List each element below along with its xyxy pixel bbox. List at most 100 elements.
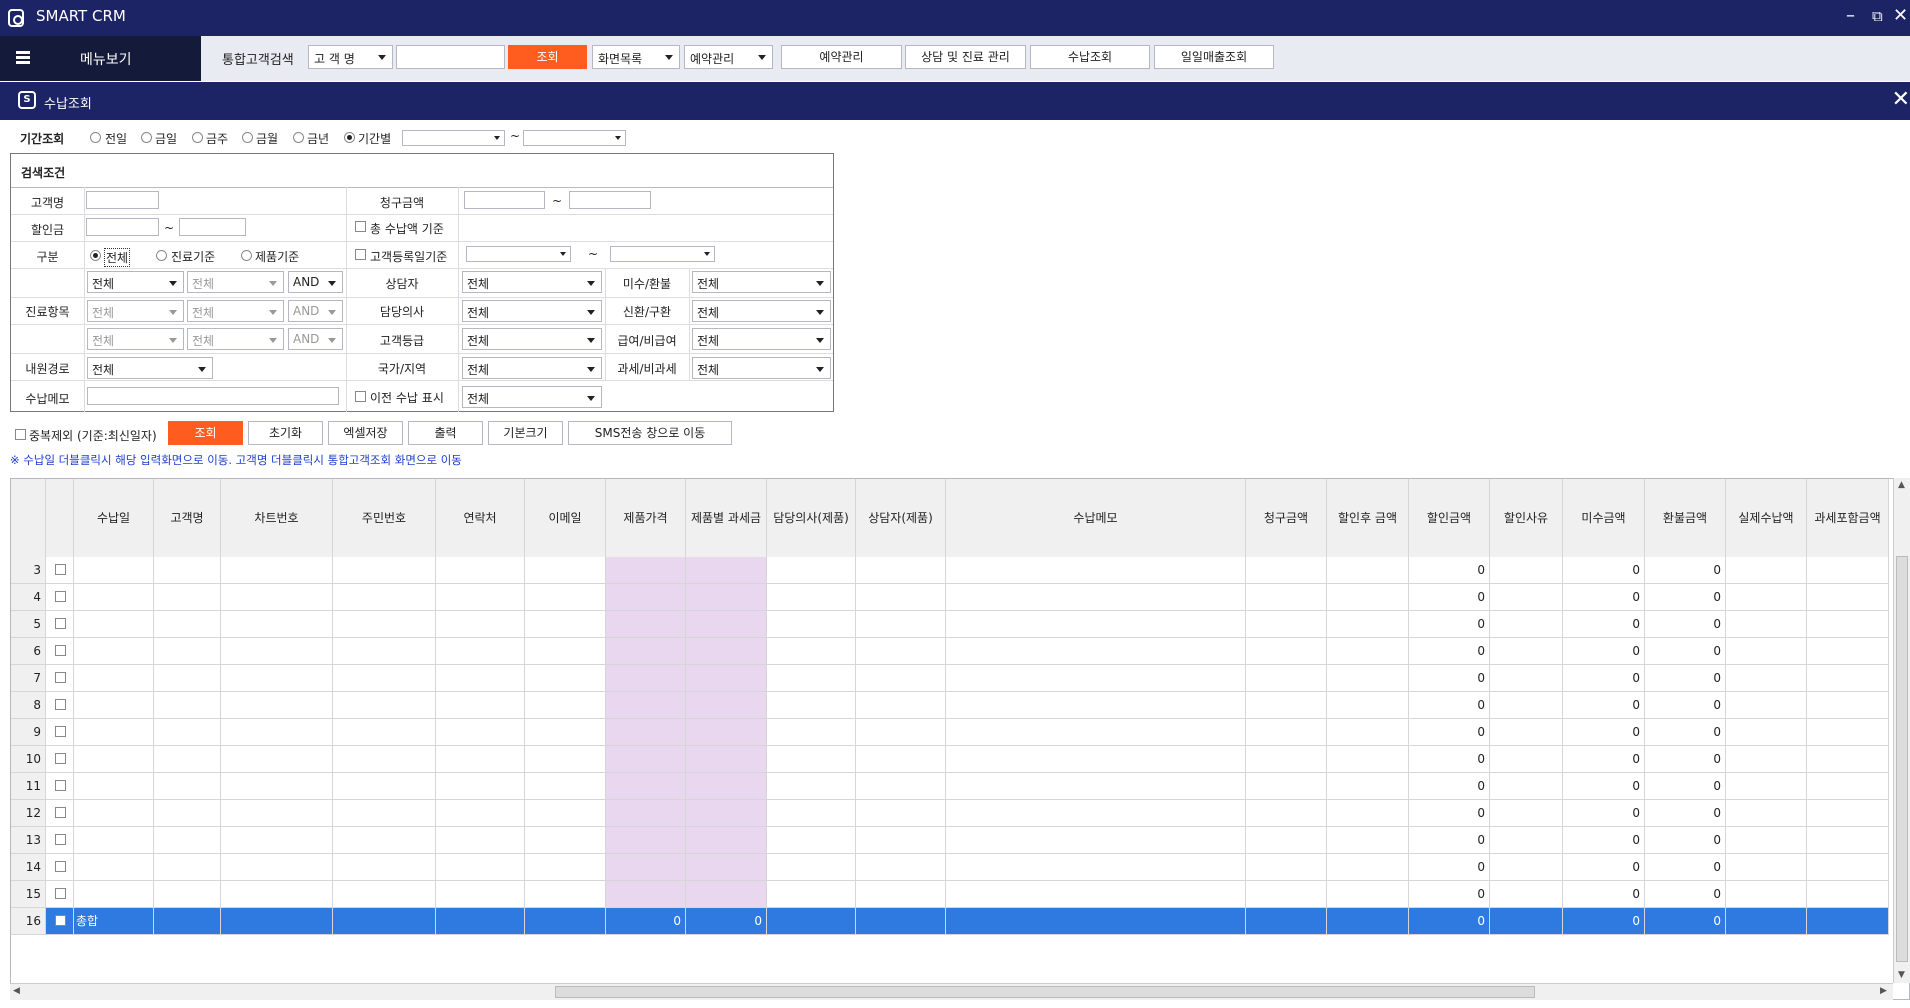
- table-cell[interactable]: [525, 584, 606, 610]
- column-header[interactable]: 미수금액: [1563, 479, 1645, 557]
- table-cell[interactable]: 0: [1409, 881, 1490, 907]
- table-cell[interactable]: [1807, 584, 1889, 610]
- sms-window-button[interactable]: SMS전송 창으로 이동: [568, 421, 732, 445]
- table-cell[interactable]: [1246, 584, 1327, 610]
- table-cell[interactable]: [154, 584, 221, 610]
- total-row[interactable]: 16 총합 0 0 0 0 0: [11, 908, 1889, 935]
- table-cell[interactable]: [1327, 773, 1409, 799]
- table-cell[interactable]: 0: [1563, 800, 1645, 826]
- treatment-select-3b[interactable]: 전체: [187, 328, 284, 350]
- table-cell[interactable]: [1490, 773, 1563, 799]
- table-row[interactable]: 13 0 0 0: [11, 827, 1889, 854]
- column-header[interactable]: 할인금액: [1409, 479, 1490, 557]
- table-cell[interactable]: [1327, 746, 1409, 772]
- discount-min-input[interactable]: [86, 218, 159, 236]
- table-cell[interactable]: [946, 638, 1246, 664]
- table-cell[interactable]: [1246, 638, 1327, 664]
- table-cell[interactable]: [436, 908, 525, 934]
- row-checkbox[interactable]: [55, 618, 66, 629]
- table-cell[interactable]: [1807, 773, 1889, 799]
- table-cell[interactable]: [686, 557, 767, 583]
- table-cell[interactable]: [154, 557, 221, 583]
- minimize-icon[interactable]: –: [1846, 6, 1855, 26]
- table-cell[interactable]: 0: [1409, 854, 1490, 880]
- radio-this-year[interactable]: [293, 132, 304, 143]
- table-cell[interactable]: [525, 908, 606, 934]
- table-cell[interactable]: [74, 773, 154, 799]
- table-cell[interactable]: [1490, 692, 1563, 718]
- table-cell[interactable]: [333, 557, 436, 583]
- row-checkbox[interactable]: [55, 699, 66, 710]
- row-checkbox[interactable]: [55, 861, 66, 872]
- menu-button[interactable]: 메뉴보기: [0, 36, 201, 81]
- table-cell[interactable]: [74, 692, 154, 718]
- table-cell[interactable]: [74, 611, 154, 637]
- table-cell[interactable]: [333, 638, 436, 664]
- table-cell[interactable]: [74, 665, 154, 691]
- table-cell[interactable]: [74, 746, 154, 772]
- table-cell[interactable]: 0: [1645, 665, 1726, 691]
- table-cell[interactable]: [686, 800, 767, 826]
- table-cell[interactable]: [1490, 665, 1563, 691]
- reg-date-start[interactable]: [466, 246, 571, 262]
- table-cell[interactable]: [221, 773, 333, 799]
- table-cell[interactable]: [525, 719, 606, 745]
- table-cell[interactable]: [74, 557, 154, 583]
- table-cell[interactable]: [606, 719, 686, 745]
- table-cell[interactable]: [221, 665, 333, 691]
- table-cell[interactable]: [74, 800, 154, 826]
- table-cell[interactable]: [333, 800, 436, 826]
- row-check-cell[interactable]: [46, 854, 74, 880]
- table-cell[interactable]: [221, 881, 333, 907]
- row-check-cell[interactable]: [46, 665, 74, 691]
- table-cell[interactable]: [767, 746, 856, 772]
- table-cell[interactable]: [1327, 611, 1409, 637]
- row-check-cell[interactable]: [46, 800, 74, 826]
- table-cell[interactable]: [154, 827, 221, 853]
- table-cell[interactable]: 0: [1563, 827, 1645, 853]
- table-cell[interactable]: [1726, 584, 1807, 610]
- table-cell[interactable]: [606, 638, 686, 664]
- table-cell[interactable]: [436, 692, 525, 718]
- table-cell[interactable]: [1807, 611, 1889, 637]
- table-cell[interactable]: [856, 908, 946, 934]
- table-cell[interactable]: [333, 746, 436, 772]
- row-check-cell[interactable]: [46, 881, 74, 907]
- benefit-select[interactable]: 전체: [692, 328, 831, 350]
- column-header[interactable]: 제품가격: [606, 479, 686, 557]
- table-cell[interactable]: [767, 908, 856, 934]
- column-header[interactable]: 할인사유: [1490, 479, 1563, 557]
- row-checkbox[interactable]: [55, 915, 66, 926]
- table-cell[interactable]: [1246, 800, 1327, 826]
- table-cell[interactable]: [946, 827, 1246, 853]
- row-checkbox[interactable]: [55, 645, 66, 656]
- treatment-select-2a[interactable]: 전체: [87, 300, 184, 322]
- table-row[interactable]: 6000: [11, 638, 1889, 665]
- row-check-cell[interactable]: [46, 584, 74, 610]
- table-cell[interactable]: [686, 854, 767, 880]
- table-cell[interactable]: [221, 800, 333, 826]
- grade-select[interactable]: 전체: [462, 328, 602, 350]
- row-checkbox[interactable]: [55, 834, 66, 845]
- table-cell[interactable]: 0: [1563, 611, 1645, 637]
- table-cell[interactable]: 0: [606, 908, 686, 934]
- row-check-cell[interactable]: [46, 773, 74, 799]
- table-cell[interactable]: [74, 827, 154, 853]
- treatment-logic-1[interactable]: AND: [288, 271, 343, 293]
- table-cell[interactable]: 0: [1645, 584, 1726, 610]
- table-cell[interactable]: [525, 800, 606, 826]
- vertical-scroll-thumb[interactable]: [1896, 556, 1908, 962]
- table-cell[interactable]: [1246, 773, 1327, 799]
- table-row[interactable]: 3000: [11, 557, 1889, 584]
- period-start-date[interactable]: [402, 130, 505, 146]
- table-cell[interactable]: [946, 800, 1246, 826]
- table-cell[interactable]: [333, 854, 436, 880]
- table-row[interactable]: 9000: [11, 719, 1889, 746]
- table-cell[interactable]: [154, 854, 221, 880]
- table-row[interactable]: 7000: [11, 665, 1889, 692]
- table-cell[interactable]: [1246, 557, 1327, 583]
- search-button[interactable]: 조회: [508, 45, 587, 69]
- total-paid-basis-checkbox[interactable]: [355, 221, 366, 232]
- table-cell[interactable]: [1490, 719, 1563, 745]
- table-cell[interactable]: [856, 719, 946, 745]
